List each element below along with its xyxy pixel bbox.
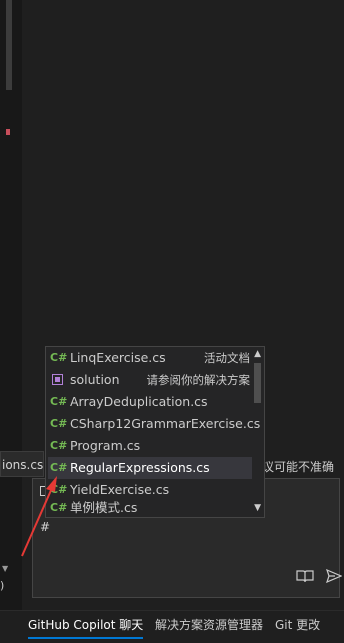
list-item[interactable]: C# Program.cs	[48, 435, 252, 457]
list-item[interactable]: C# LinqExercise.cs 活动文档	[48, 347, 252, 369]
scroll-up-icon[interactable]: ▲	[254, 349, 261, 359]
solution-icon	[52, 374, 63, 385]
item-name: solution	[70, 372, 120, 387]
tab-solution-explorer[interactable]: 解决方案资源管理器	[155, 613, 263, 637]
scroll-down-icon[interactable]: ▼	[254, 503, 261, 513]
item-detail: 请参阅你的解决方案	[146, 373, 251, 387]
item-name: CSharp12GrammarExercise.cs	[70, 416, 261, 431]
chat-input-text[interactable]: #	[40, 520, 50, 534]
item-name: Program.cs	[70, 438, 141, 453]
item-name: ArrayDeduplication.cs	[70, 394, 208, 409]
file-suggestion-dropdown[interactable]: C# LinqExercise.cs 活动文档 solution 请参阅你的解决…	[45, 346, 265, 518]
scroll-down-icon[interactable]: ▼	[2, 564, 8, 573]
tab-copilot-chat[interactable]: GitHub Copilot 聊天	[28, 613, 144, 639]
csharp-file-icon: C#	[50, 461, 68, 474]
book-icon[interactable]	[296, 569, 314, 583]
left-gutter	[0, 0, 22, 642]
item-detail: 活动文档	[204, 351, 250, 365]
csharp-file-icon: C#	[50, 439, 68, 452]
file-tab[interactable]: ions.cs	[0, 451, 44, 477]
item-name: 单例模式.cs	[70, 500, 138, 515]
disclaimer-text: 议可能不准确	[262, 460, 335, 474]
list-item[interactable]: C# 单例模式.cs	[48, 497, 252, 519]
list-item[interactable]: solution 请参阅你的解决方案	[48, 369, 252, 391]
error-marker	[6, 129, 10, 135]
tab-git-changes[interactable]: Git 更改	[275, 613, 320, 637]
item-name: RegularExpressions.cs	[70, 460, 210, 475]
left-scrollbar[interactable]	[6, 0, 12, 90]
csharp-file-icon: C#	[50, 395, 68, 408]
send-icon[interactable]	[326, 569, 342, 583]
csharp-file-icon: C#	[50, 351, 68, 364]
left-text: )	[0, 579, 5, 592]
scroll-thumb[interactable]	[254, 363, 261, 403]
csharp-file-icon: C#	[50, 501, 68, 514]
list-item[interactable]: C# ArrayDeduplication.cs	[48, 391, 252, 413]
item-name: LinqExercise.cs	[70, 350, 166, 365]
list-item-selected[interactable]: C# RegularExpressions.cs	[48, 457, 252, 479]
csharp-file-icon: C#	[50, 417, 68, 430]
dropdown-scrollbar[interactable]: ▲ ▼	[252, 347, 264, 517]
list-item[interactable]: C# CSharp12GrammarExercise.cs	[48, 413, 260, 435]
